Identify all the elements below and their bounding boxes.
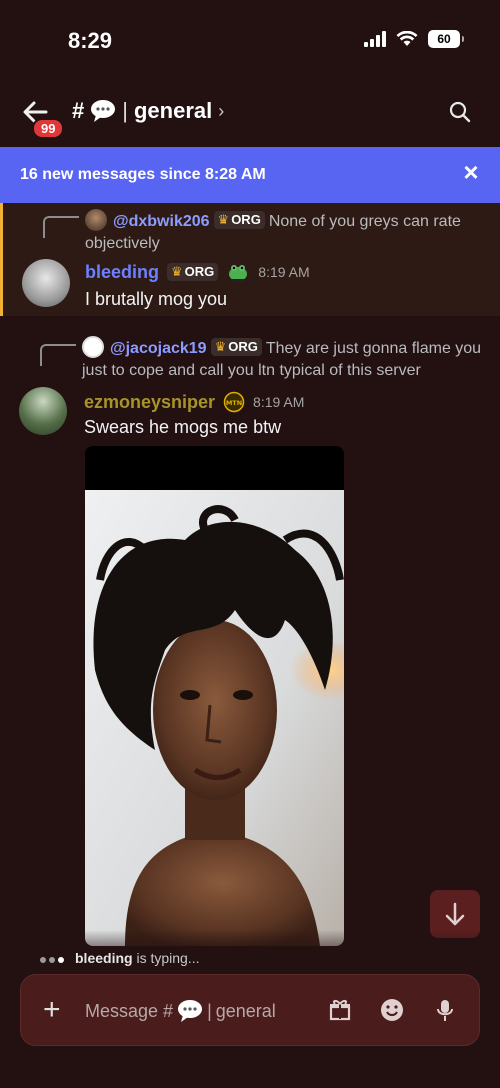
crown-icon: ♛ [171,264,183,279]
timestamp: 8:19 AM [258,264,310,280]
reply-preview[interactable]: @jacojack19 ♛ ORG They are just gonna flame… [82,336,482,382]
author-name[interactable]: bleeding [85,262,159,283]
title-divider: | [122,98,128,123]
crown-icon: ♛ [214,339,227,354]
message-1[interactable]: @dxbwik206 ♛ ORG None of you greys can rate… [0,203,500,316]
message-composer: + Message # | general [20,974,480,1046]
svg-text:MTN: MTN [226,399,242,407]
close-icon[interactable]: × [460,159,482,185]
reply-mention[interactable]: @dxbwik206 [113,213,210,230]
microphone-icon[interactable] [432,997,458,1023]
battery-icon: 60 [428,30,464,48]
new-messages-banner[interactable]: 16 new messages since 8:28 AM × [0,147,500,203]
author-name[interactable]: ezmoneysniper [84,392,215,413]
reply-avatar [82,336,104,358]
timestamp: 8:19 AM [253,394,305,410]
channel-header: 99 # | general › [0,90,500,142]
crown-icon: ♛ [217,212,230,227]
status-time: 8:29 [68,28,113,53]
image-attachment[interactable] [85,446,344,946]
placeholder-divider: | [207,1000,212,1021]
reply-connector [40,344,76,366]
status-bar: 8:29 60 [0,0,500,80]
message-input[interactable]: Message # | general [85,999,276,1023]
channel-name: general [133,98,213,123]
typing-text: is typing... [136,950,200,966]
placeholder-prefix: Message # [85,1000,174,1021]
org-tag: ♛ ORG [167,263,219,281]
frog-emoji-icon [229,265,248,282]
message-2[interactable]: @jacojack19 ♛ ORG They are just gonna flame… [0,331,500,441]
gift-icon[interactable] [327,997,353,1023]
message-text: Swears he mogs me btw [84,417,282,437]
reply-mention[interactable]: @jacojack19 [110,340,207,357]
status-icons: 60 [364,30,464,48]
reply-avatar [85,209,107,231]
reply-preview[interactable]: @dxbwik206 ♛ ORG None of you greys can rate… [85,209,485,255]
hash-icon: # [72,98,85,123]
emoji-icon[interactable] [379,997,405,1023]
search-icon[interactable] [448,100,472,124]
channel-title[interactable]: # | general › [72,98,224,124]
mtn-badge-icon: MTN [223,391,245,413]
org-tag: ♛ ORG [210,338,262,356]
speech-bubble-icon [91,100,116,122]
typing-user: bleeding [75,950,133,966]
wifi-icon [396,31,418,46]
unread-badge: 99 [32,118,65,139]
org-tag: ♛ ORG [213,211,265,229]
new-messages-text: 16 new messages since 8:28 AM [20,166,266,183]
typing-indicator: bleeding is typing... [40,950,199,966]
avatar[interactable] [19,387,67,435]
add-attachment-icon[interactable]: + [43,995,61,1025]
message-text: I brutally mog you [85,289,228,309]
placeholder-channel: general [215,1000,276,1021]
attachment-image [85,490,344,946]
speech-bubble-icon [178,1000,203,1022]
avatar[interactable] [22,259,70,307]
chevron-right-icon: › [218,100,225,121]
typing-dots-icon [40,950,67,966]
author-line: ezmoneysniper MTN 8:19 AM [84,391,304,413]
author-line: bleeding ♛ ORG 8:19 AM [85,261,310,283]
signal-icon [364,31,386,47]
reply-connector [43,216,79,238]
